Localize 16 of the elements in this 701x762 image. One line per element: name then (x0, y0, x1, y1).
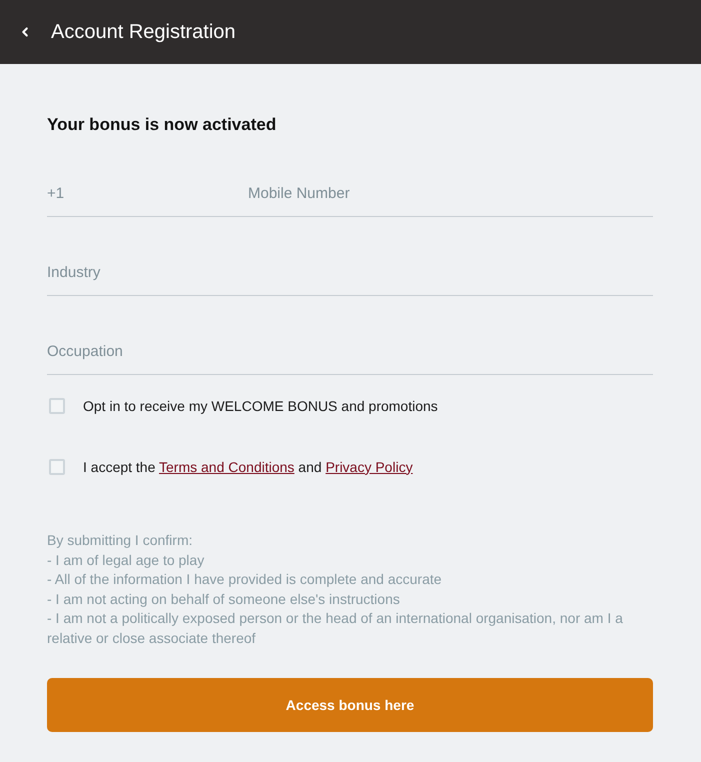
checkbox[interactable] (49, 459, 65, 475)
checkbox-label: Opt in to receive my WELCOME BONUS and promotions (83, 396, 438, 416)
mobile-number-input[interactable]: Mobile Number (248, 177, 653, 217)
disclaimer-item: - I am not acting on behalf of someone else's instructions (47, 590, 401, 609)
checkbox-label: I accept the Terms and Conditions and Privacy Policy (83, 458, 413, 477)
page-title: Account Registration (51, 20, 236, 45)
disclaimer-item: - All of the information I have provided is complete and accurate (47, 570, 443, 589)
disclaimer-intro: By submitting I confirm: (47, 531, 192, 550)
text-input[interactable]: Occupation (47, 335, 653, 375)
disclaimer-item: - I am of legal age to play (47, 550, 206, 570)
link[interactable]: Privacy Policy (326, 458, 413, 474)
form-heading: Your bonus is now activated (47, 114, 276, 136)
link[interactable]: Terms and Conditions (159, 458, 294, 474)
checkbox[interactable] (49, 398, 65, 414)
text-input[interactable]: Industry (47, 256, 653, 296)
disclaimer-item: - I am not a politically exposed person or the head of an international organisation, nor am I a relative or close associate thereof (47, 609, 624, 648)
